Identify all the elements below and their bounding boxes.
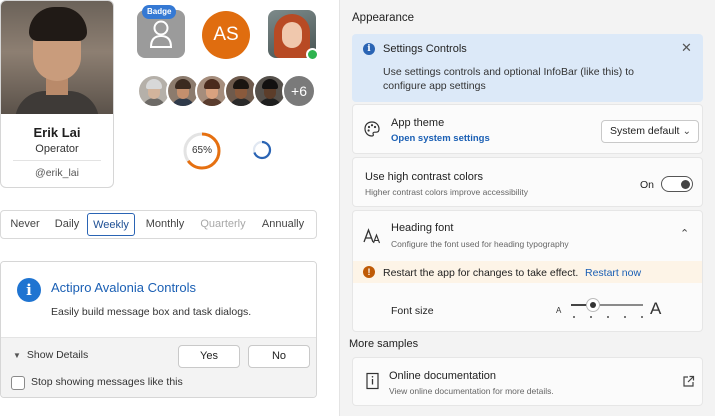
setting-online-docs[interactable]: Online documentation View online documen… (352, 357, 703, 406)
profile-card: Erik Lai Operator @erik_lai (0, 0, 114, 188)
profile-photo (1, 1, 113, 114)
stop-showing-checkbox[interactable] (11, 376, 25, 390)
font-size-large-glyph: A (650, 299, 662, 318)
segment-daily[interactable]: Daily (48, 213, 86, 236)
stop-showing-label: Stop showing messages like this (31, 376, 183, 388)
high-contrast-description: Higher contrast colors improve accessibi… (365, 187, 528, 197)
slider-tick (590, 316, 592, 318)
info-bar-title: Settings Controls (383, 43, 467, 55)
chevron-down-icon: ⌄ (682, 126, 691, 137)
warning-icon: ! (363, 266, 375, 278)
chevron-up-icon[interactable]: ⌃ (680, 227, 689, 240)
section-title-more-samples: More samples (349, 338, 419, 350)
theme-select[interactable]: System default ⌄ (601, 120, 699, 143)
frequency-segmented-bar: Never Daily Weekly Monthly Quarterly Ann… (0, 210, 317, 239)
slider-tick (641, 316, 643, 318)
show-details-label: Show Details (26, 349, 89, 361)
profile-divider (13, 160, 101, 161)
message-content (1, 262, 316, 337)
show-details-toggle[interactable]: ▼ Show Details (13, 349, 88, 361)
online-docs-title: Online documentation (389, 370, 497, 382)
person-icon (149, 20, 173, 48)
heading-font-title: Heading font (391, 222, 454, 234)
restart-message: Restart the app for changes to take effe… (383, 267, 579, 279)
group-overflow-count[interactable]: +6 (282, 74, 316, 108)
message-box: i Actipro Avalonia Controls Easily build… (0, 261, 317, 398)
close-icon[interactable]: ✕ (681, 40, 692, 56)
info-icon: i (17, 278, 41, 302)
info-bar-message: Use settings controls and optional InfoB… (383, 66, 634, 92)
info-icon: i (363, 43, 375, 55)
segment-weekly[interactable]: Weekly (87, 213, 135, 236)
presence-indicator (306, 48, 319, 61)
message-title: Actipro Avalonia Controls (51, 280, 197, 295)
segment-never[interactable]: Never (4, 213, 46, 236)
app-theme-title: App theme (391, 117, 445, 129)
document-icon (366, 372, 379, 390)
section-title-appearance: Appearance (352, 12, 415, 24)
profile-name: Erik Lai (33, 125, 81, 140)
theme-select-value: System default (610, 125, 680, 137)
profile-role: Operator (35, 143, 79, 155)
palette-icon (364, 121, 380, 137)
no-button[interactable]: No (248, 345, 310, 368)
setting-app-theme: App theme Open system settings System de… (352, 104, 703, 154)
avatar-badge: Badge (142, 5, 177, 19)
settings-panel: Appearance i Settings Controls Use setti… (339, 0, 715, 416)
setting-heading-font: Heading font Configure the font used for… (352, 210, 703, 332)
slider-tick (573, 316, 575, 318)
segment-annually[interactable]: Annually (254, 213, 312, 236)
loading-spinner (252, 140, 272, 160)
font-size-label: Font size (391, 305, 434, 317)
restart-now-link[interactable]: Restart now (585, 267, 641, 279)
open-system-settings-link[interactable]: Open system settings (391, 133, 490, 144)
message-body: Easily build message box and task dialog… (51, 306, 252, 318)
segment-monthly[interactable]: Monthly (138, 213, 192, 236)
setting-high-contrast: Use high contrast colors Higher contrast… (352, 157, 703, 207)
online-docs-description: View online documentation for more detai… (389, 386, 554, 396)
external-link-icon[interactable] (682, 375, 695, 388)
info-bar: i Settings Controls Use settings control… (352, 34, 703, 102)
slider-tick (624, 316, 626, 318)
avatar-initials[interactable]: AS (202, 11, 250, 59)
segment-quarterly: Quarterly (200, 218, 246, 230)
profile-handle: @erik_lai (35, 167, 79, 179)
high-contrast-toggle[interactable] (661, 176, 693, 192)
heading-font-description: Configure the font used for heading typo… (391, 239, 569, 249)
font-size-slider-thumb[interactable] (585, 298, 600, 312)
toggle-state-label: On (640, 179, 655, 191)
yes-button[interactable]: Yes (178, 345, 240, 368)
chevron-down-icon: ▼ (13, 351, 21, 360)
slider-tick (607, 316, 609, 318)
progress-ring-label: 65% (191, 145, 212, 156)
font-size-icon (363, 228, 381, 244)
high-contrast-title: Use high contrast colors (365, 171, 483, 183)
font-size-small-glyph: A (556, 306, 562, 315)
